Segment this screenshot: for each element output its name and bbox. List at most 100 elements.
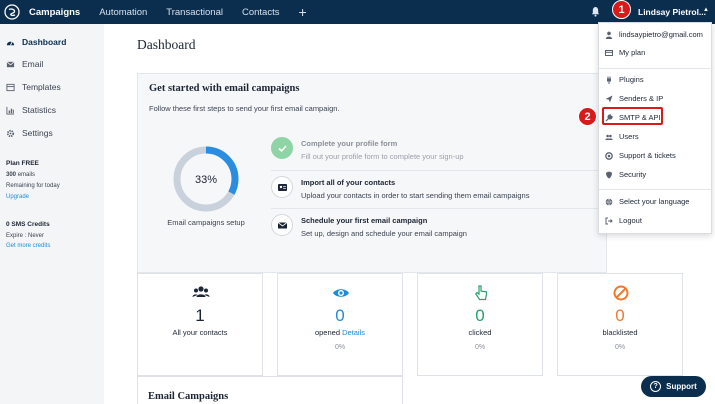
sidebar-item-settings[interactable]: Settings: [6, 128, 53, 138]
menu-divider: [599, 189, 713, 190]
stat-label: blacklisted: [602, 328, 638, 337]
check-icon: [271, 137, 293, 159]
step-marker-2: 2: [578, 107, 597, 126]
plan-title: Plan FREE: [6, 160, 39, 167]
step-title: Complete your profile form: [301, 139, 398, 148]
upgrade-link[interactable]: Upgrade: [6, 194, 29, 200]
menu-item-logout[interactable]: Logout: [605, 216, 642, 225]
stat-percent: 0%: [614, 344, 626, 351]
menu-divider: [599, 68, 713, 69]
sidebar-item-statistics[interactable]: Statistics: [6, 105, 56, 115]
nav-contacts[interactable]: Contacts: [242, 7, 280, 18]
step-desc: Upload your contacts in order to start s…: [301, 191, 530, 200]
menu-item-security[interactable]: Security: [605, 170, 646, 179]
sidebar-item-email[interactable]: Email: [6, 59, 43, 69]
step-desc: Set up, design and schedule your email c…: [301, 229, 467, 238]
step-schedule-campaign[interactable]: Schedule your first email campaign Set u…: [271, 214, 467, 238]
menu-item-users[interactable]: Users: [605, 132, 639, 141]
bell-icon[interactable]: [591, 6, 600, 17]
sms-expire: Expire : Never: [6, 233, 45, 239]
stat-label: All your contacts: [172, 328, 228, 337]
top-nav: Campaigns Automation Transactional Conta…: [0, 0, 715, 24]
step-title: Import all of your contacts: [301, 178, 396, 187]
menu-item-label: Senders & IP: [619, 94, 664, 103]
stat-card-clicked[interactable]: 0 clicked 0%: [417, 273, 543, 376]
statistics-icon: [6, 106, 15, 115]
getting-started-title: Get started with email campaigns: [149, 83, 300, 94]
plan-icon: [605, 49, 613, 56]
menu-item-language[interactable]: Select your language: [605, 197, 689, 206]
menu-item-email[interactable]: lindsaypietro@gmail.com: [605, 30, 703, 39]
step-marker-1: 1: [612, 0, 631, 19]
progress-percent-label: 33%: [195, 174, 217, 186]
user-icon: [605, 31, 613, 39]
support-button[interactable]: ? Support: [641, 376, 706, 397]
getting-started-subtitle: Follow these first steps to send your fi…: [149, 104, 340, 113]
step-profile-form[interactable]: Complete your profile form Fill out your…: [271, 137, 464, 161]
menu-item-senders-ip[interactable]: Senders & IP: [605, 94, 663, 103]
plan-emails: 300 emails: [6, 172, 35, 178]
menu-item-label: Users: [619, 132, 639, 141]
menu-item-label: Logout: [619, 216, 642, 225]
pointer-icon: [475, 285, 488, 301]
stat-card-opened[interactable]: 0 opened Details 0%: [277, 273, 403, 376]
dashboard-icon: [6, 40, 15, 45]
sendinblue-logo-icon[interactable]: [4, 4, 20, 20]
eye-icon: [333, 289, 349, 297]
menu-item-label: lindsaypietro@gmail.com: [619, 30, 703, 39]
question-icon: ?: [650, 381, 662, 392]
divider: [271, 170, 601, 171]
stat-percent: 0%: [474, 344, 486, 351]
sidebar: Dashboard Email Templates Statistics Set…: [0, 24, 104, 404]
logout-icon: [605, 217, 613, 224]
email-icon: [6, 61, 15, 67]
globe-icon: [605, 198, 613, 205]
email-campaigns-card: Email Campaigns: [137, 376, 403, 404]
sms-credits-title: 0 SMS Credits: [6, 221, 50, 228]
plan-remaining: Remaining for today: [6, 183, 60, 189]
menu-item-plugins[interactable]: Plugins: [605, 75, 644, 84]
sidebar-item-dashboard[interactable]: Dashboard: [6, 37, 66, 47]
menu-item-label: Security: [619, 170, 647, 179]
sidebar-item-templates[interactable]: Templates: [6, 82, 61, 92]
sidebar-item-label: Settings: [22, 128, 53, 138]
shield-icon: [606, 171, 612, 178]
progress-donut: 33%: [173, 146, 239, 212]
menu-item-support-tickets[interactable]: Support & tickets: [605, 151, 676, 160]
send-icon: [605, 95, 613, 102]
smtp-api-highlight-box: [602, 107, 663, 125]
nav-automation[interactable]: Automation: [99, 7, 147, 18]
blocked-icon: [613, 285, 629, 301]
step-desc: Fill out your profile form to complete y…: [301, 152, 464, 161]
get-more-credits-link[interactable]: Get more credits: [6, 243, 50, 249]
page-title: Dashboard: [137, 37, 196, 52]
menu-item-label: Support & tickets: [619, 151, 676, 160]
lifebuoy-icon: [605, 151, 613, 160]
nav-transactional[interactable]: Transactional: [166, 7, 223, 18]
stat-card-blacklisted[interactable]: 0 blacklisted 0%: [557, 273, 683, 376]
menu-item-label: Select your language: [619, 197, 690, 206]
stat-percent: 0%: [334, 344, 346, 351]
envelope-icon: [271, 214, 293, 236]
details-link[interactable]: Details: [342, 328, 365, 337]
stat-card-contacts[interactable]: 1 All your contacts: [137, 273, 263, 376]
step-title: Schedule your first email campaign: [301, 216, 428, 225]
contacts-icon: [192, 286, 210, 297]
step-import-contacts[interactable]: Import all of your contacts Upload your …: [271, 176, 529, 200]
nav-add-icon[interactable]: +: [298, 5, 306, 19]
chevron-up-icon[interactable]: ▲: [703, 7, 709, 13]
account-dropdown-menu: lindsaypietro@gmail.com My plan Plugins …: [598, 22, 713, 234]
settings-icon: [6, 129, 15, 137]
menu-item-label: Plugins: [619, 75, 644, 84]
sidebar-item-label: Email: [22, 59, 44, 69]
nav-campaigns[interactable]: Campaigns: [29, 7, 80, 18]
email-campaigns-title: Email Campaigns: [148, 391, 229, 402]
contact-card-icon: [271, 176, 293, 198]
menu-item-my-plan[interactable]: My plan: [605, 48, 645, 57]
getting-started-card: Get started with email campaigns Follow …: [137, 73, 607, 273]
stat-value: 0: [335, 306, 345, 325]
users-icon: [605, 134, 613, 140]
stat-label: opened: [314, 328, 340, 337]
user-menu-name[interactable]: Lindsay Pietrol...: [638, 7, 706, 17]
stat-value: 1: [195, 306, 205, 325]
